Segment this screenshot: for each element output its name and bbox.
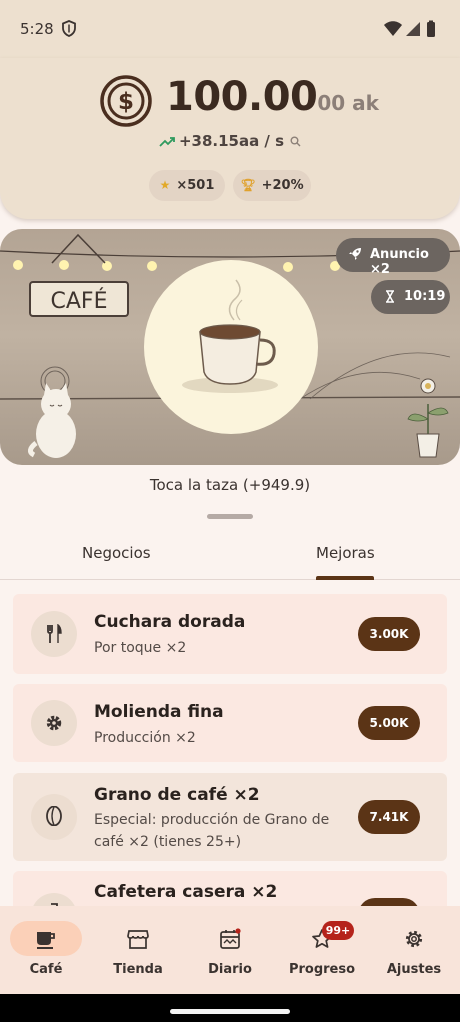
balance-suffix: 00 ak bbox=[317, 91, 379, 115]
upgrade-title: Cuchara dorada bbox=[94, 612, 246, 632]
upgrade-desc: Producción ×2 bbox=[94, 730, 196, 746]
nav-item-diario[interactable]: Diario bbox=[184, 906, 276, 994]
tap-coffee-cup[interactable] bbox=[144, 260, 318, 434]
nav-item-tienda[interactable]: Tienda bbox=[92, 906, 184, 994]
upgrade-card[interactable]: Molienda fina Producción ×2 5.00K bbox=[13, 684, 447, 762]
income-rate-text: +38.15aa / s bbox=[178, 132, 285, 150]
balance-header: $ 100.0000 ak +38.15aa / s ★ ×501 🏆︎ +20% bbox=[0, 58, 460, 219]
fork-knife-icon bbox=[47, 624, 62, 643]
buy-upgrade-button[interactable]: 3.00K bbox=[358, 617, 420, 651]
star-icon: ★ bbox=[159, 178, 171, 192]
nav-label-cafe: Café bbox=[29, 962, 63, 977]
plant-illustration bbox=[407, 378, 449, 458]
upgrade-card[interactable]: Cuchara dorada Por toque ×2 3.00K bbox=[13, 594, 447, 674]
section-tabs: Negocios Mejoras bbox=[0, 530, 460, 580]
upgrade-desc: Especial: producción de Grano de café ×2… bbox=[94, 812, 330, 850]
trophy-chip[interactable]: 🏆︎ +20% bbox=[233, 170, 311, 201]
upgrade-desc: Por toque ×2 bbox=[94, 640, 187, 656]
stars-chip-label: ×501 bbox=[176, 178, 215, 193]
ad-boost-button[interactable]: Anuncio ×2 bbox=[336, 238, 450, 277]
system-gesture-area bbox=[0, 994, 460, 1022]
income-rate[interactable]: +38.15aa / s bbox=[0, 132, 460, 150]
calendar-icon bbox=[220, 928, 241, 949]
trophy-icon: 🏆︎ bbox=[240, 178, 256, 192]
status-icons bbox=[384, 20, 435, 37]
buy-upgrade-button[interactable]: 5.00K bbox=[358, 706, 420, 740]
upgrade-icon-circle bbox=[31, 611, 77, 657]
balance-display: 100.0000 ak bbox=[166, 74, 379, 124]
progress-notification-badge: 99+ bbox=[322, 921, 354, 940]
trophy-chip-label: +20% bbox=[261, 178, 304, 193]
nav-label-progreso: Progreso bbox=[288, 962, 356, 977]
settings-icon bbox=[405, 930, 423, 948]
battery-icon bbox=[427, 22, 435, 37]
coin-icon: $ bbox=[100, 75, 152, 127]
store-icon bbox=[127, 930, 149, 949]
coffee-cup-illustration bbox=[182, 279, 278, 393]
nav-item-ajustes[interactable]: Ajustes bbox=[368, 906, 460, 994]
bottom-navigation: Café Tienda Diario Progreso Ajustes bbox=[0, 906, 460, 994]
sheet-drag-handle[interactable] bbox=[207, 514, 253, 519]
coffee-bean-icon bbox=[46, 806, 62, 826]
nav-label-diario: Diario bbox=[208, 962, 252, 977]
upgrade-title: Cafetera casera ×2 bbox=[94, 882, 278, 902]
buy-upgrade-button[interactable]: 7.41K bbox=[358, 800, 420, 834]
gear-icon bbox=[46, 715, 62, 731]
cat-illustration bbox=[28, 383, 76, 458]
tab-negocios[interactable]: Negocios bbox=[82, 544, 151, 562]
nav-label-tienda: Tienda bbox=[113, 962, 163, 977]
upgrade-title: Molienda fina bbox=[94, 702, 224, 722]
boost-timer-chip: 10:19 bbox=[371, 280, 450, 314]
hourglass-icon bbox=[386, 290, 394, 303]
boost-timer-label: 10:19 bbox=[404, 289, 446, 304]
home-gesture-handle[interactable] bbox=[170, 1009, 290, 1014]
status-time: 5:28 bbox=[20, 20, 54, 38]
nav-label-ajustes: Ajustes bbox=[386, 962, 442, 977]
upgrade-icon-circle bbox=[31, 794, 77, 840]
tab-mejoras[interactable]: Mejoras bbox=[316, 544, 375, 562]
nav-item-cafe[interactable]: Café bbox=[0, 906, 92, 994]
wifi-icon bbox=[384, 21, 402, 36]
trending-up-icon bbox=[159, 136, 175, 147]
cafe-sign-text: CAFÉ bbox=[51, 288, 108, 314]
shield-icon bbox=[62, 20, 76, 37]
nav-item-progreso[interactable]: Progreso bbox=[276, 906, 368, 994]
upgrade-icon-circle bbox=[31, 700, 77, 746]
upgrade-card[interactable]: Grano de café ×2 Especial: producción de… bbox=[13, 773, 447, 861]
app-screen: 5:28 $ 100.0000 ak +38.15aa / s ★ ×501 🏆… bbox=[0, 0, 460, 1022]
cafe-scene-banner: CAFÉ Anuncio ×2 10:19 bbox=[0, 229, 460, 465]
signal-icon bbox=[406, 22, 420, 36]
balance-main: 100.00 bbox=[166, 74, 318, 120]
rocket-icon bbox=[349, 248, 361, 260]
coffee-cup-icon bbox=[37, 932, 55, 949]
status-bar: 5:28 bbox=[0, 0, 460, 58]
tap-hint-text: Toca la taza (+949.9) bbox=[149, 476, 311, 494]
svg-text:$: $ bbox=[118, 89, 134, 115]
search-icon bbox=[290, 136, 301, 147]
tab-selected-indicator bbox=[316, 576, 374, 580]
stars-chip[interactable]: ★ ×501 bbox=[149, 170, 225, 201]
upgrade-title: Grano de café ×2 bbox=[94, 785, 260, 805]
